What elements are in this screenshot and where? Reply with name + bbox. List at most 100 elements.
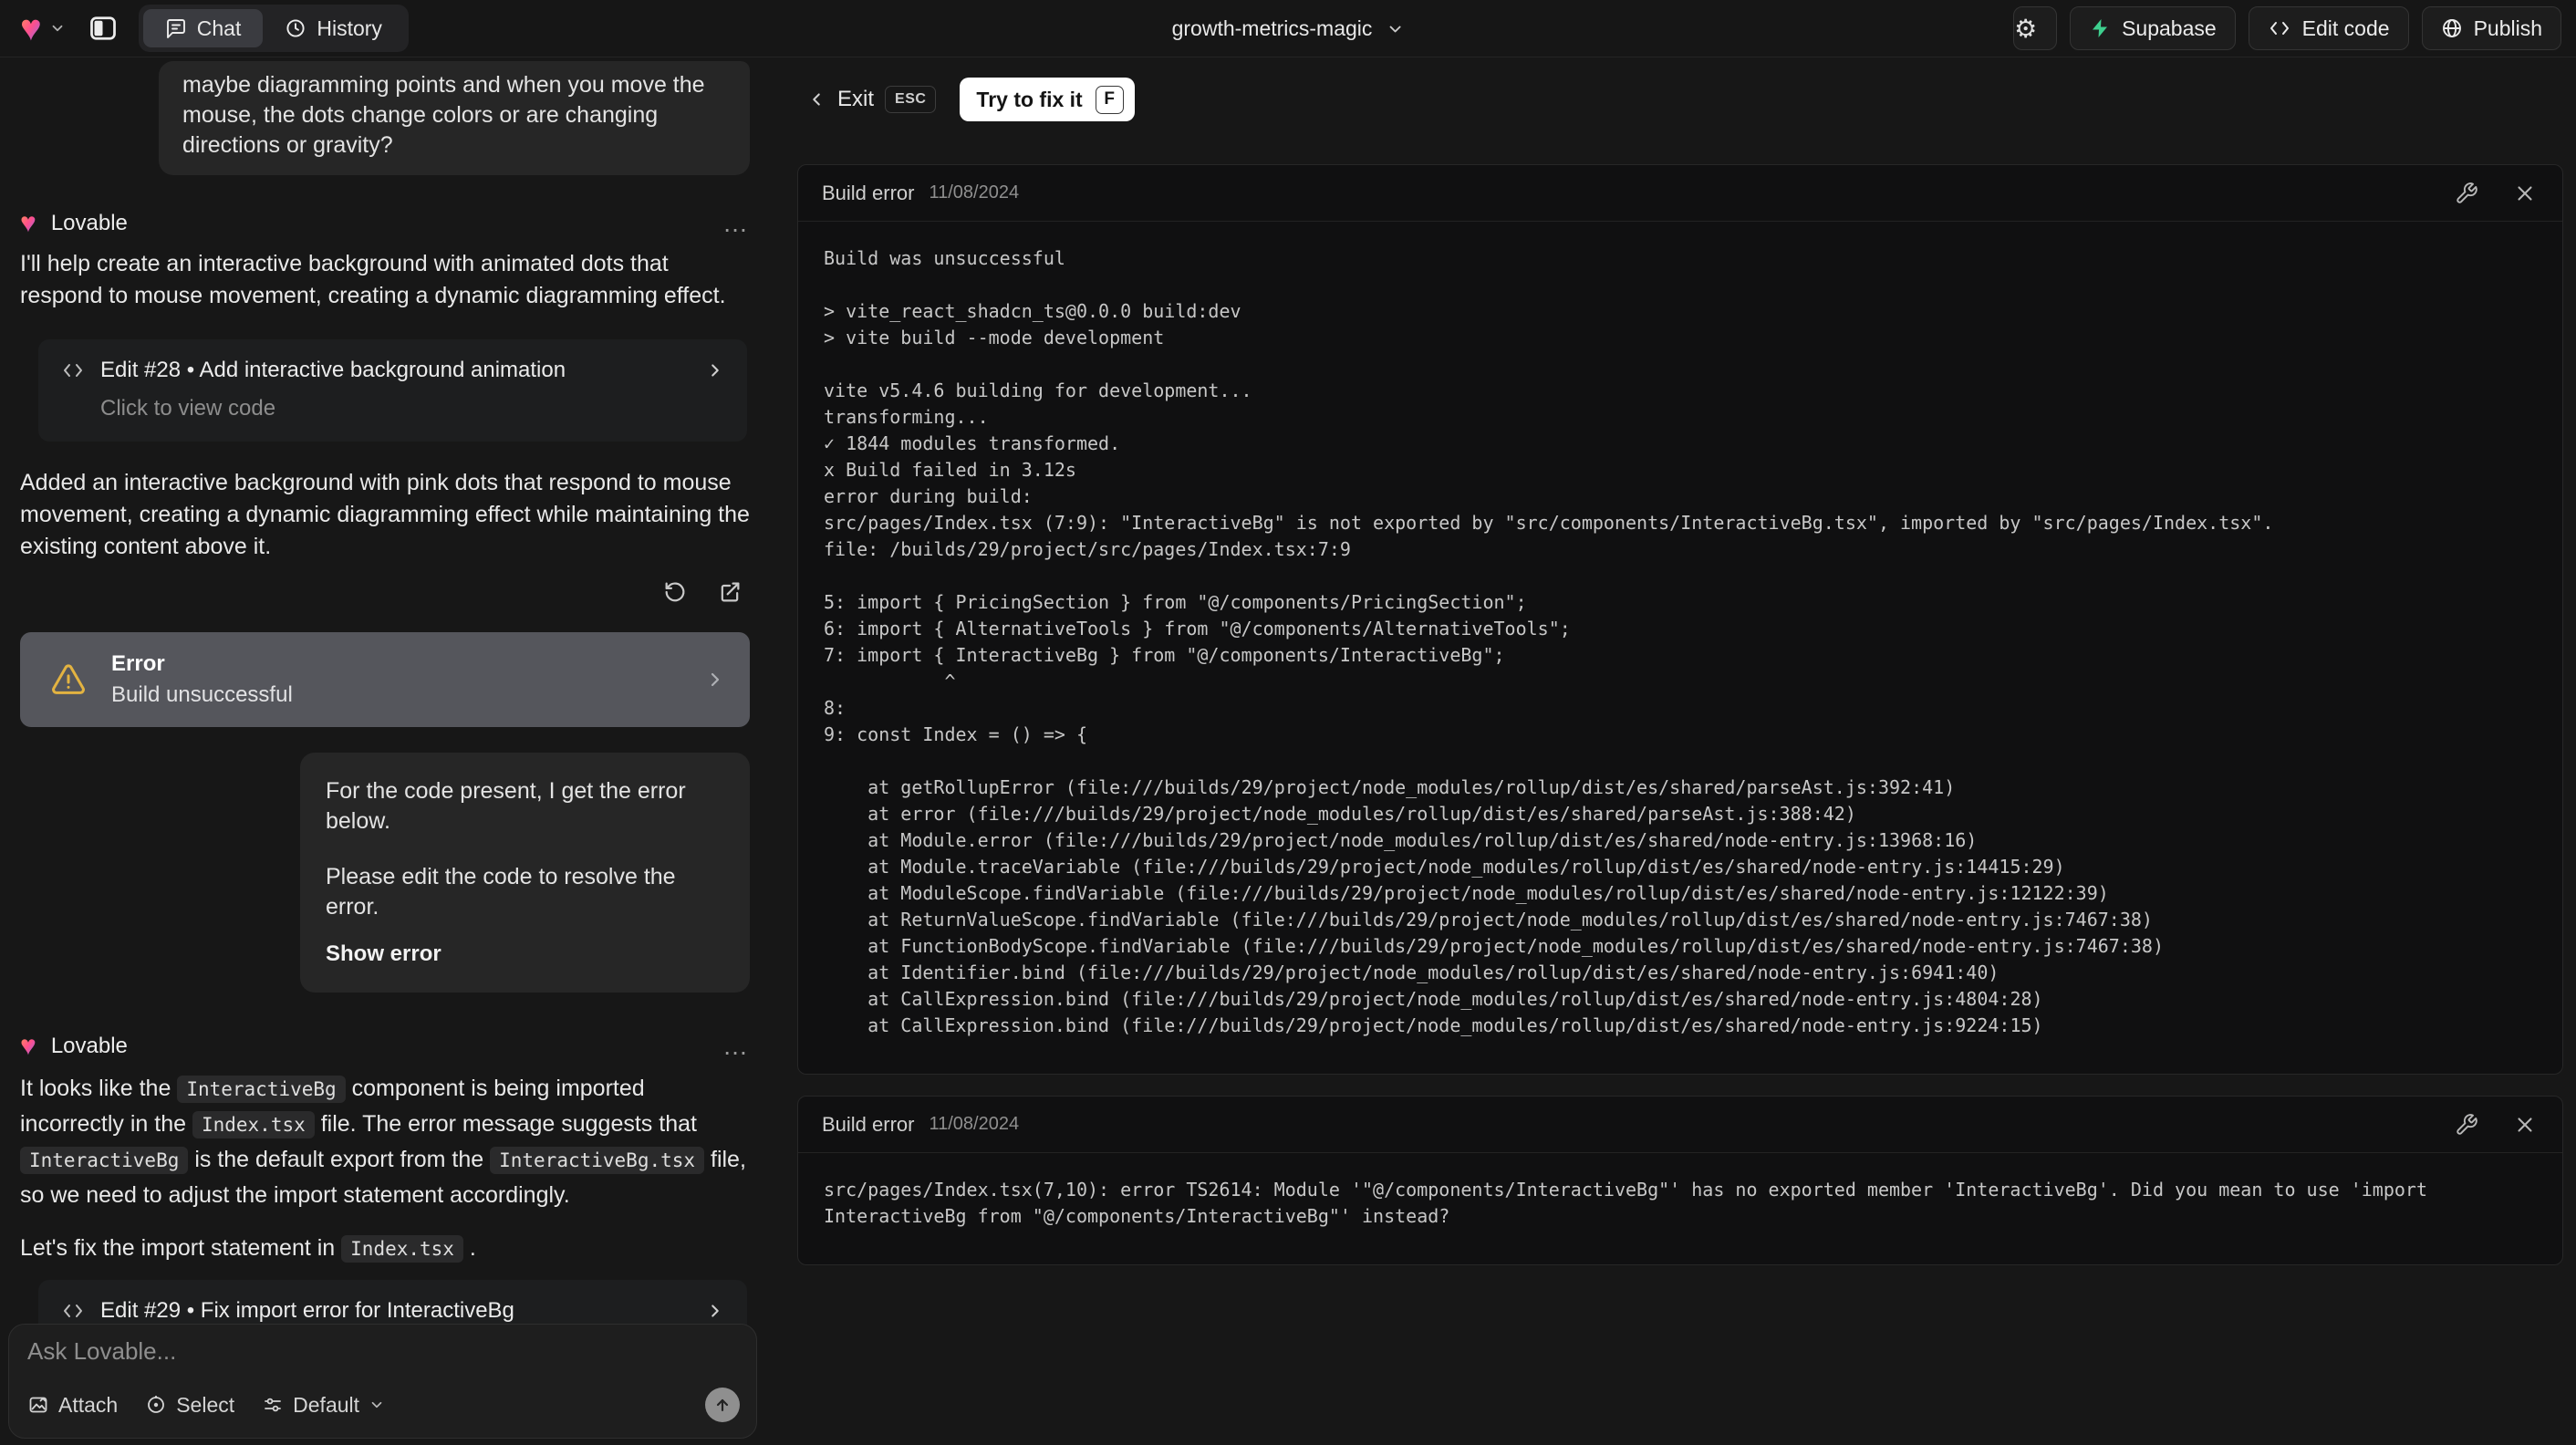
lovable-avatar-heart-icon: ♥: [20, 208, 36, 238]
edit-card-28[interactable]: Edit #28 • Add interactive background an…: [38, 339, 747, 442]
assistant-message-text: I'll help create an interactive backgrou…: [20, 251, 726, 308]
publish-button[interactable]: Publish: [2421, 6, 2561, 50]
text-part: It looks like the: [20, 1076, 178, 1101]
error-inspector-panel: Exit ESC Try to fix it F Build error 11/…: [788, 57, 2576, 1445]
text-part: .: [462, 1235, 476, 1261]
build-error-console-1: Build error 11/08/2024 Build was unsucce…: [797, 164, 2563, 1075]
sliders-icon: [265, 1398, 282, 1412]
message-more-button[interactable]: …: [722, 1034, 750, 1059]
assistant-message: Let's fix the import statement in Index.…: [20, 1232, 750, 1265]
supabase-bolt-icon: [2089, 17, 2111, 39]
exit-label: Exit: [837, 87, 875, 111]
retry-icon[interactable]: [660, 577, 690, 607]
wrench-icon: [2457, 182, 2477, 203]
chat-bubble-icon: [165, 17, 187, 39]
chat-panel: maybe diagramming points and when you mo…: [0, 57, 788, 1445]
close-console-button[interactable]: [2511, 180, 2539, 207]
close-icon: [2518, 185, 2532, 201]
tab-history[interactable]: History: [263, 9, 404, 47]
attach-button[interactable]: Attach: [27, 1393, 118, 1418]
sidebar-toggle-icon[interactable]: [80, 6, 126, 50]
edit-card-subtitle: Click to view code: [100, 396, 276, 421]
inline-code: Index.tsx: [192, 1111, 315, 1138]
logo-menu-chevron-down-icon[interactable]: [49, 20, 66, 36]
chevron-right-icon: [705, 1301, 725, 1321]
chat-history-tabs: Chat History: [138, 5, 409, 52]
publish-label: Publish: [2473, 16, 2542, 40]
attach-label: Attach: [58, 1392, 119, 1417]
console-title: Build error: [822, 181, 915, 204]
app-window: ♥ Chat History growth-metrics-magic ⚙ Su…: [0, 0, 2576, 1445]
code-brackets-icon: [60, 360, 86, 380]
tab-history-label: History: [317, 16, 382, 40]
build-error-log[interactable]: Build was unsuccessful > vite_react_shad…: [798, 222, 2562, 1074]
close-console-button[interactable]: [2511, 1111, 2539, 1138]
user-message-bubble: For the code present, I get the error be…: [300, 753, 750, 993]
code-brackets-icon: [2268, 18, 2291, 38]
assistant-name: Lovable: [50, 211, 128, 235]
assistant-header: ♥ Lovable …: [20, 210, 750, 237]
mode-dropdown[interactable]: Default: [262, 1393, 385, 1418]
assistant-header: ♥ Lovable …: [20, 1033, 750, 1060]
user-message-bubble: maybe diagramming points and when you mo…: [159, 61, 750, 175]
fix-toolbar: Exit ESC Try to fix it F: [806, 78, 2576, 121]
fix-wrench-button[interactable]: [2453, 1111, 2480, 1138]
settings-button[interactable]: ⚙: [2013, 6, 2058, 50]
f-key-badge: F: [1095, 85, 1124, 114]
project-switcher[interactable]: growth-metrics-magic: [1172, 0, 1405, 57]
try-to-fix-button[interactable]: Try to fix it F: [960, 78, 1135, 121]
lovable-avatar-heart-icon: ♥: [20, 1031, 36, 1061]
tab-chat-label: Chat: [196, 16, 242, 40]
project-name: growth-metrics-magic: [1171, 16, 1373, 40]
inline-code: InteractiveBg.tsx: [490, 1147, 705, 1174]
console-header: Build error 11/08/2024: [798, 1097, 2562, 1153]
user-message-text: maybe diagramming points and when you mo…: [182, 72, 705, 158]
inline-code: InteractiveBg: [20, 1147, 189, 1174]
console-header: Build error 11/08/2024: [798, 165, 2562, 222]
chevron-right-icon: [704, 669, 726, 691]
lovable-logo-icon[interactable]: ♥: [20, 10, 42, 47]
tab-chat[interactable]: Chat: [142, 9, 264, 47]
code-brackets-icon: [60, 1301, 86, 1321]
send-button[interactable]: [705, 1388, 740, 1422]
open-preview-icon[interactable]: [715, 577, 744, 607]
supabase-label: Supabase: [2122, 16, 2217, 40]
select-button[interactable]: Select: [145, 1393, 234, 1418]
fix-wrench-button[interactable]: [2453, 180, 2480, 207]
inline-code: InteractiveBg: [177, 1076, 346, 1103]
console-title: Build error: [822, 1112, 915, 1136]
topbar-actions: ⚙ Supabase Edit code Publish: [2013, 6, 2561, 50]
console-date: 11/08/2024: [929, 1114, 1020, 1134]
assistant-message: Added an interactive background with pin…: [20, 467, 750, 563]
show-error-link[interactable]: Show error: [326, 939, 724, 969]
message-more-button[interactable]: …: [722, 211, 750, 236]
edit-code-button[interactable]: Edit code: [2248, 6, 2409, 50]
chevron-left-icon: [813, 93, 820, 106]
build-error-log[interactable]: src/pages/Index.tsx(7,10): error TS2614:…: [798, 1153, 2562, 1264]
assistant-name: Lovable: [50, 1034, 128, 1058]
warning-triangle-icon: [49, 661, 88, 698]
select-target-icon: [148, 1396, 165, 1413]
gear-icon: ⚙: [2014, 13, 2038, 44]
edit-card-title: Edit #29 • Fix import error for Interact…: [100, 1298, 514, 1323]
error-card-title: Error: [111, 651, 165, 676]
history-clock-icon: [285, 17, 306, 39]
assistant-message: I'll help create an interactive backgrou…: [20, 248, 750, 312]
try-to-fix-label: Try to fix it: [976, 87, 1083, 111]
chat-composer: Attach Select Default: [8, 1324, 757, 1439]
user-message-line: For the code present, I get the error be…: [326, 778, 686, 834]
attach-image-icon: [29, 1397, 47, 1413]
edit-code-label: Edit code: [2301, 16, 2390, 40]
text-part: Let's fix the import statement in: [20, 1235, 342, 1261]
build-error-card[interactable]: Error Build unsuccessful: [20, 632, 750, 727]
exit-button[interactable]: Exit ESC: [806, 86, 937, 113]
chevron-down-icon: [371, 1401, 382, 1409]
project-chevron-down-icon: [1389, 26, 1401, 32]
inline-code: Index.tsx: [341, 1235, 463, 1263]
chat-input[interactable]: [27, 1337, 740, 1377]
supabase-button[interactable]: Supabase: [2070, 6, 2236, 50]
arrow-up-icon: [716, 1398, 729, 1411]
chevron-right-icon: [705, 360, 725, 380]
wrench-icon: [2457, 1113, 2477, 1135]
console-date: 11/08/2024: [929, 182, 1020, 203]
